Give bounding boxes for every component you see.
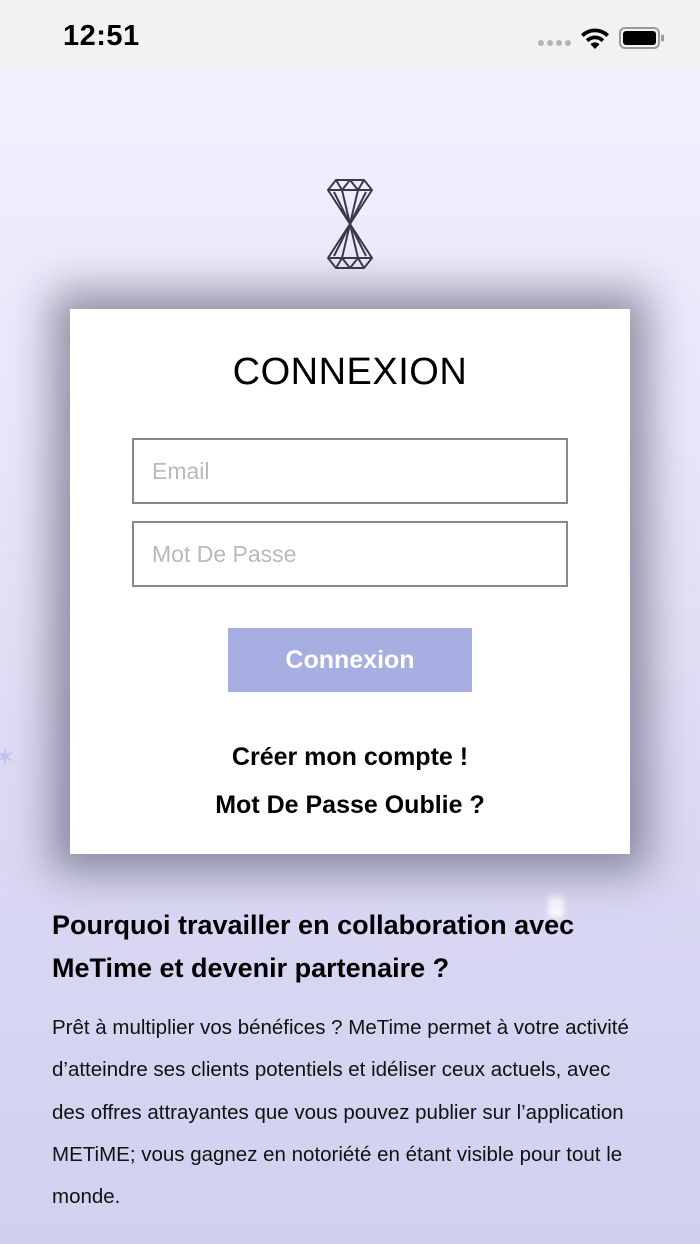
status-bar: 12:51 [0,0,700,70]
partner-section-body: Prêt à multiplier vos bénéfices ? MeTime… [52,1016,629,1209]
partner-section-heading: Pourquoi travailler en collaboration ave… [52,910,575,983]
forgot-password-link[interactable]: Mot De Passe Oublie ? [0,791,700,820]
email-field[interactable] [132,438,568,504]
hourglass-diamond-logo [327,179,373,269]
wifi-icon [581,28,609,49]
status-time: 12:51 [63,20,140,52]
login-title: CONNEXION [232,351,468,393]
login-button[interactable]: Connexion [228,628,472,692]
create-account-link[interactable]: Créer mon compte ! [0,743,700,772]
cellular-signal-icon [538,40,571,46]
password-field[interactable] [132,521,568,587]
battery-icon [619,27,664,49]
